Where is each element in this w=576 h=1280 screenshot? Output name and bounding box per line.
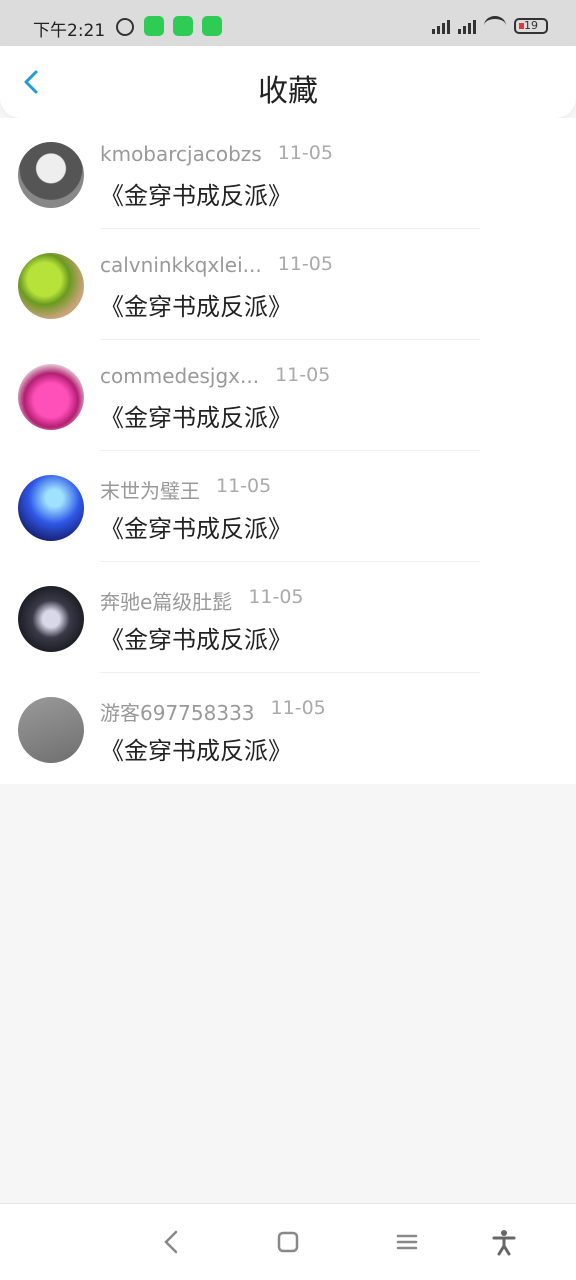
avatar[interactable] <box>18 364 84 430</box>
date: 11-05 <box>277 142 333 164</box>
page-header: 收藏 <box>0 46 576 118</box>
wifi-icon <box>484 16 506 35</box>
list-item[interactable]: 游客697758333 11-05 《金穿书成反派》 <box>0 673 576 784</box>
battery-icon: 19 <box>514 17 548 34</box>
book-title: 《金穿书成反派》 <box>100 182 292 210</box>
book-title: 《金穿书成反派》 <box>100 515 292 543</box>
date: 11-05 <box>275 364 331 386</box>
date: 11-05 <box>248 586 304 608</box>
avatar[interactable] <box>18 697 84 763</box>
username: 游客697758333 <box>100 701 255 725</box>
page-title: 收藏 <box>258 74 318 109</box>
signal-hd-icon <box>458 18 476 34</box>
recents-nav-icon[interactable] <box>393 1228 421 1256</box>
book-title: 《金穿书成反派》 <box>100 293 292 321</box>
system-nav-bar <box>0 1203 576 1280</box>
book-title: 《金穿书成反派》 <box>100 404 292 432</box>
status-bar: 下午2:21 19 <box>0 0 576 46</box>
alarm-icon <box>116 18 134 36</box>
username: kmobarcjacobzs <box>100 142 262 166</box>
book-title: 《金穿书成反派》 <box>100 626 292 654</box>
list-item[interactable]: 末世为璧王 11-05 《金穿书成反派》 <box>0 451 576 562</box>
username: commedesjgx... <box>100 364 260 388</box>
username: 末世为璧王 <box>100 479 200 503</box>
username: calvninkkqxlei... <box>100 253 262 277</box>
date: 11-05 <box>277 253 333 275</box>
battery-level: 19 <box>524 19 538 32</box>
shield-icon <box>202 16 222 36</box>
status-time: 下午2:21 <box>33 21 106 41</box>
back-nav-icon[interactable] <box>158 1228 186 1256</box>
username: 奔驰e篇级肚髭 <box>100 590 233 614</box>
avatar[interactable] <box>18 142 84 208</box>
signal-icon <box>432 18 450 34</box>
wechat-icon <box>144 16 164 36</box>
list-item[interactable]: calvninkkqxlei... 11-05 《金穿书成反派》 <box>0 229 576 340</box>
avatar[interactable] <box>18 586 84 652</box>
book-title: 《金穿书成反派》 <box>100 737 292 765</box>
list-item[interactable]: commedesjgx... 11-05 《金穿书成反派》 <box>0 340 576 451</box>
list-item[interactable]: kmobarcjacobzs 11-05 《金穿书成反派》 <box>0 118 576 229</box>
favorites-list: kmobarcjacobzs 11-05 《金穿书成反派》 calvninkkq… <box>0 118 576 784</box>
accessibility-icon[interactable] <box>490 1228 518 1256</box>
avatar[interactable] <box>18 475 84 541</box>
list-item[interactable]: 奔驰e篇级肚髭 11-05 《金穿书成反派》 <box>0 562 576 673</box>
home-nav-icon[interactable] <box>274 1228 302 1256</box>
date: 11-05 <box>270 697 326 719</box>
date: 11-05 <box>216 475 272 497</box>
avatar[interactable] <box>18 253 84 319</box>
wechat-icon <box>173 16 193 36</box>
